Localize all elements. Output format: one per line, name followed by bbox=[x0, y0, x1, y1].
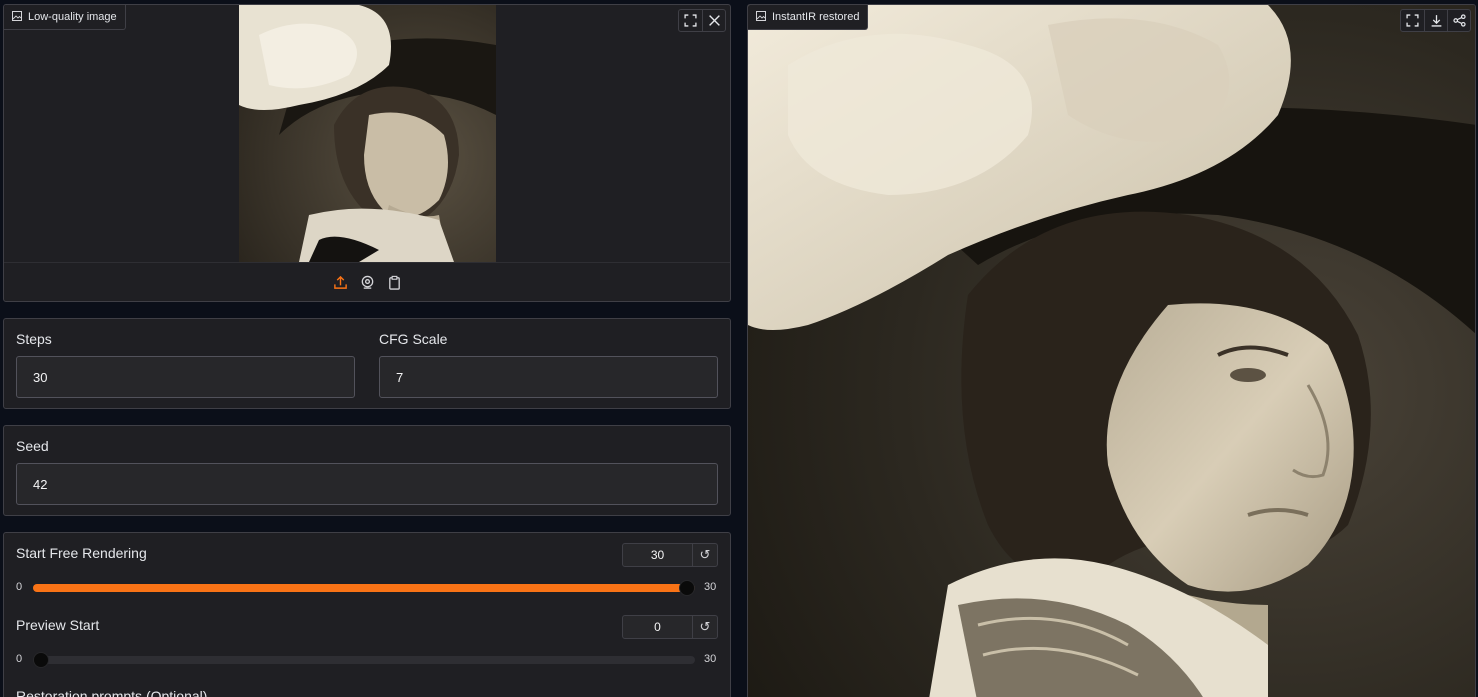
low-quality-photo bbox=[239, 5, 496, 262]
preview-start-slider[interactable] bbox=[33, 652, 695, 668]
fullscreen-icon[interactable] bbox=[1401, 10, 1424, 31]
cfg-label: CFG Scale bbox=[379, 331, 448, 347]
output-image-toolbar bbox=[1400, 9, 1471, 32]
start-free-rendering-min: 0 bbox=[16, 581, 23, 593]
preview-start-value[interactable]: 0 bbox=[623, 616, 693, 638]
seed-label: Seed bbox=[16, 438, 49, 454]
close-icon[interactable] bbox=[702, 10, 725, 31]
start-free-rendering-max: 30 bbox=[704, 581, 717, 593]
cfg-input[interactable] bbox=[379, 356, 718, 398]
source-toolbar bbox=[4, 262, 730, 301]
input-image-toolbar bbox=[678, 9, 726, 32]
restoration-prompts-label: Restoration prompts (Optional) bbox=[16, 688, 208, 697]
start-free-rendering-slider[interactable] bbox=[33, 580, 695, 596]
webcam-icon[interactable] bbox=[360, 275, 375, 290]
share-icon[interactable] bbox=[1447, 10, 1470, 31]
output-image-label-badge: InstantIR restored bbox=[748, 5, 869, 30]
input-image-label-badge: Low-quality image bbox=[4, 5, 126, 30]
start-free-rendering-value[interactable]: 30 bbox=[623, 544, 693, 566]
slider-thumb[interactable] bbox=[679, 580, 695, 596]
preview-start-max: 30 bbox=[704, 653, 717, 665]
upload-icon[interactable] bbox=[333, 275, 348, 290]
output-image-label: InstantIR restored bbox=[772, 11, 860, 23]
download-icon[interactable] bbox=[1424, 10, 1447, 31]
clipboard-icon[interactable] bbox=[387, 275, 402, 290]
start-free-rendering-number: 30 ↺ bbox=[622, 543, 718, 567]
fullscreen-icon[interactable] bbox=[679, 10, 702, 31]
start-free-rendering-label: Start Free Rendering bbox=[16, 545, 147, 561]
image-icon bbox=[756, 10, 766, 24]
preview-start-label: Preview Start bbox=[16, 617, 100, 633]
slider-thumb[interactable] bbox=[33, 652, 49, 668]
reset-icon[interactable]: ↺ bbox=[693, 544, 717, 566]
preview-start-number: 0 ↺ bbox=[622, 615, 718, 639]
steps-cfg-panel: Steps CFG Scale bbox=[3, 318, 731, 409]
input-image-panel: Low-quality image bbox=[3, 4, 731, 302]
reset-icon[interactable]: ↺ bbox=[693, 616, 717, 638]
output-image-panel: InstantIR restored bbox=[747, 4, 1476, 697]
steps-input[interactable] bbox=[16, 356, 355, 398]
image-icon bbox=[12, 10, 22, 24]
seed-input[interactable] bbox=[16, 463, 718, 505]
seed-panel: Seed bbox=[3, 425, 731, 516]
slider-fill bbox=[33, 584, 695, 592]
preview-start-min: 0 bbox=[16, 653, 23, 665]
input-image-label: Low-quality image bbox=[28, 11, 117, 23]
sliders-panel: Start Free Rendering 30 ↺ 0 30 Preview S… bbox=[3, 532, 731, 697]
restored-photo bbox=[748, 5, 1475, 697]
steps-label: Steps bbox=[16, 331, 52, 347]
